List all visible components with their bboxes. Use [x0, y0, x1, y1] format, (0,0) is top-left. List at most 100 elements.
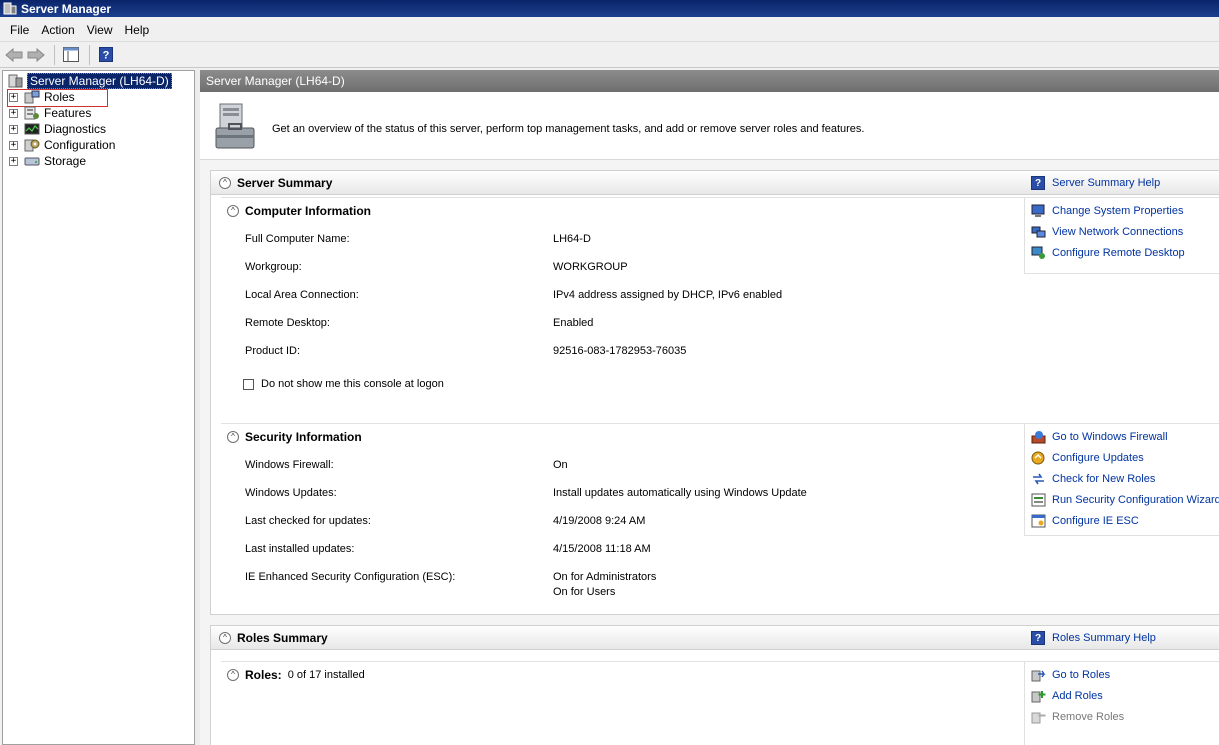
remove-roles-icon — [1031, 712, 1046, 724]
task-label: Go to Windows Firewall — [1052, 431, 1168, 443]
svg-text:?: ? — [103, 50, 110, 62]
expand-icon[interactable]: + — [9, 124, 18, 134]
roles-summary-help-link[interactable]: ? Roles Summary Help — [1031, 631, 1156, 645]
menu-action[interactable]: Action — [35, 23, 80, 37]
task-label: Run Security Configuration Wizard — [1052, 494, 1219, 506]
tree-root-server-manager[interactable]: Server Manager (LH64-D) — [7, 73, 172, 89]
collapse-icon[interactable]: ^ — [219, 176, 231, 189]
console-tree: Server Manager (LH64-D) + Roles + Featur… — [2, 70, 195, 745]
security-information-subsection: ^ Security Information Windows Firewall:… — [221, 423, 1219, 611]
windows-update-icon — [1031, 451, 1045, 465]
collapse-icon[interactable]: ^ — [227, 431, 239, 443]
tree-item-features[interactable]: + Features — [9, 105, 91, 121]
tree-item-label: Diagnostics — [44, 122, 107, 136]
collapse-icon[interactable]: ^ — [227, 205, 239, 217]
toolbar-separator — [89, 44, 90, 65]
go-to-windows-firewall-link[interactable]: Go to Windows Firewall — [1031, 430, 1168, 444]
task-label: View Network Connections — [1052, 226, 1184, 238]
remove-roles-link[interactable]: Remove Roles — [1031, 710, 1124, 724]
tree-item-label: Roles — [44, 90, 75, 104]
task-label: Configure Remote Desktop — [1052, 247, 1185, 259]
server-summary-header: ^ Server Summary ? Server Summary Help — [211, 171, 1219, 195]
roles-header: ^ Roles: 0 of 17 installed — [227, 668, 365, 682]
overview-banner: Get an overview of the status of this se… — [200, 94, 1219, 160]
ie-esc-label: IE Enhanced Security Configuration (ESC)… — [245, 571, 456, 583]
configure-remote-desktop-link[interactable]: Configure Remote Desktop — [1031, 246, 1185, 260]
do-not-show-console-checkbox[interactable]: Do not show me this console at logon — [243, 378, 444, 390]
roles-subsection: ^ Roles: 0 of 17 installed Go to Roles A… — [221, 661, 1219, 745]
check-roles-arrows-icon — [1033, 473, 1044, 485]
menu-help[interactable]: Help — [119, 23, 156, 37]
configure-ie-esc-link[interactable]: Configure IE ESC — [1031, 514, 1139, 528]
go-to-roles-link[interactable]: Go to Roles — [1031, 668, 1110, 682]
back-button[interactable] — [4, 45, 24, 65]
tree-item-storage[interactable]: + Storage — [9, 153, 86, 169]
help-button[interactable]: ? — [96, 45, 116, 65]
product-id-label: Product ID: — [245, 345, 301, 357]
local-area-connection-label: Local Area Connection: — [245, 289, 359, 301]
tree-root-label: Server Manager (LH64-D) — [27, 73, 172, 89]
configuration-icon — [24, 139, 40, 152]
run-security-configuration-wizard-link[interactable]: Run Security Configuration Wizard — [1031, 493, 1219, 507]
change-system-properties-link[interactable]: Change System Properties — [1031, 204, 1183, 218]
show-hide-console-tree-button[interactable] — [61, 45, 81, 65]
view-network-connections-link[interactable]: View Network Connections — [1031, 225, 1183, 239]
workgroup-label: Workgroup: — [245, 261, 302, 273]
expand-icon[interactable]: + — [9, 92, 18, 102]
collapse-icon[interactable]: ^ — [227, 669, 239, 681]
firewall-icon — [1031, 431, 1046, 444]
windows-firewall-label: Windows Firewall: — [245, 459, 334, 471]
tree-item-configuration[interactable]: + Configuration — [9, 137, 115, 153]
add-roles-icon — [1031, 691, 1046, 703]
title-bar: Server Manager — [0, 0, 1219, 17]
overview-description: Get an overview of the status of this se… — [272, 123, 865, 135]
server-toolbox-icon — [215, 103, 255, 149]
roles-label: Roles: — [245, 668, 282, 682]
tree-item-roles[interactable]: + Roles — [9, 89, 75, 105]
remote-desktop-label: Remote Desktop: — [245, 317, 330, 329]
checkbox-box[interactable] — [243, 378, 254, 390]
expand-icon[interactable]: + — [9, 140, 18, 150]
menu-view[interactable]: View — [81, 23, 119, 37]
server-summary-title: Server Summary — [237, 175, 333, 190]
task-label: Remove Roles — [1052, 711, 1125, 723]
diagnostics-icon — [24, 123, 40, 135]
roles-tasks: Go to Roles Add Roles Remove Roles — [1024, 662, 1219, 745]
configure-updates-link[interactable]: Configure Updates — [1031, 451, 1144, 465]
server-icon — [8, 74, 23, 88]
ie-esc-admins-value: On for Administrators — [553, 571, 657, 583]
add-roles-link[interactable]: Add Roles — [1031, 689, 1103, 703]
task-label: Add Roles — [1052, 690, 1103, 702]
computer-information-title: Computer Information — [245, 204, 371, 218]
task-label: Check for New Roles — [1052, 473, 1156, 485]
summary-area: ^ Server Summary ? Server Summary Help ^… — [200, 160, 1219, 745]
window-title: Server Manager — [21, 1, 112, 16]
console-tree-icon — [63, 47, 79, 62]
check-for-new-roles-link[interactable]: Check for New Roles — [1031, 472, 1155, 486]
tree-item-diagnostics[interactable]: + Diagnostics — [9, 121, 106, 137]
menu-file[interactable]: File — [4, 23, 35, 37]
tree-item-label: Features — [44, 106, 92, 120]
menu-bar: File Action View Help — [0, 18, 1219, 42]
server-manager-icon — [3, 2, 17, 15]
windows-updates-label: Windows Updates: — [245, 487, 337, 499]
task-label: Configure Updates — [1052, 452, 1144, 464]
last-installed-label: Last installed updates: — [245, 543, 355, 555]
help-icon: ? — [99, 47, 113, 62]
server-summary-help-link[interactable]: ? Server Summary Help — [1031, 176, 1160, 190]
computer-information-header: ^ Computer Information — [227, 204, 371, 218]
collapse-icon[interactable]: ^ — [219, 631, 231, 644]
expand-icon[interactable]: + — [9, 156, 18, 166]
roles-summary-header: ^ Roles Summary ? Roles Summary Help — [211, 626, 1219, 650]
expand-icon[interactable]: + — [9, 108, 18, 118]
remote-desktop-icon — [1031, 246, 1045, 259]
last-installed-value: 4/15/2008 11:18 AM — [553, 543, 651, 555]
go-to-roles-icon — [1031, 670, 1046, 682]
forward-button[interactable] — [26, 45, 46, 65]
computer-information-subsection: ^ Computer Information Full Computer Nam… — [221, 197, 1219, 413]
features-icon — [24, 106, 39, 120]
security-information-tasks: Go to Windows Firewall Configure Updates… — [1024, 424, 1219, 536]
product-id-value: 92516-083-1782953-76035 — [553, 345, 687, 357]
local-area-connection-value: IPv4 address assigned by DHCP, IPv6 enab… — [553, 289, 783, 301]
security-information-header: ^ Security Information — [227, 430, 362, 444]
